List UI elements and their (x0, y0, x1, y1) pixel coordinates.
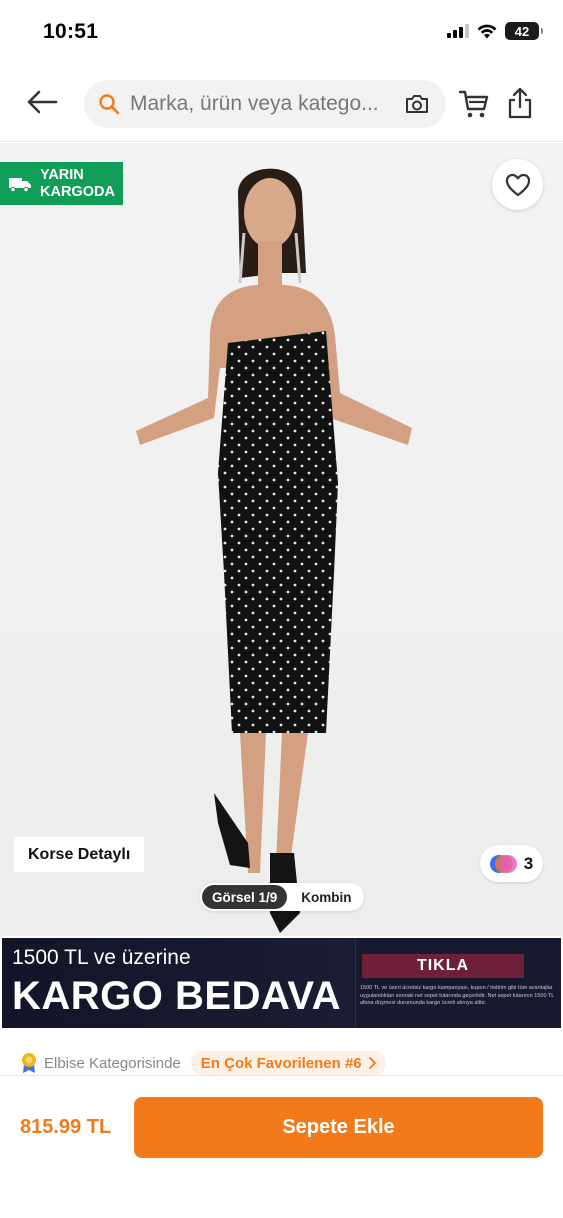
cargo-badge-line2: KARGODA (40, 183, 115, 200)
search-icon (98, 92, 122, 116)
share-button[interactable] (506, 86, 534, 120)
free-shipping-promo-banner[interactable]: 1500 TL ve üzerine KARGO BEDAVA TIKLA 15… (2, 938, 561, 1028)
cargo-badge-line1: YARIN (40, 166, 84, 183)
delivery-truck-icon (9, 177, 31, 192)
model-photo (136, 168, 412, 933)
color-swatches-icon (489, 854, 517, 873)
top-navigation (0, 68, 563, 142)
status-bar: 10:51 42 (0, 0, 563, 68)
promo-line1: 1500 TL ve üzerine (12, 946, 191, 969)
back-button[interactable] (24, 84, 60, 120)
heart-icon (505, 173, 530, 196)
tab-images[interactable]: Görsel 1/9 (202, 885, 288, 909)
share-icon (508, 87, 532, 119)
chevron-right-icon (368, 1057, 376, 1069)
product-price: 815.99 TL (20, 1116, 112, 1138)
status-icons: 42 (447, 22, 543, 40)
gallery-tabs: Görsel 1/9 Kombin (200, 883, 364, 911)
back-arrow-icon (27, 90, 58, 114)
cart-icon (458, 90, 489, 118)
ranking-link[interactable]: En Çok Favorilenen #6 (190, 1051, 386, 1075)
ranking-category-text: Elbise Kategorisinde (44, 1054, 181, 1072)
medal-icon (22, 1053, 36, 1073)
color-count: 3 (523, 853, 534, 873)
purchase-bar: 815.99 TL Sepete Ekle (0, 1075, 563, 1218)
promo-click-button[interactable]: TIKLA (362, 954, 524, 978)
status-time: 10:51 (43, 20, 99, 43)
feature-label: Korse Detaylı (14, 837, 145, 872)
promo-fine-print: 1500 TL ve üzeri ücretsiz kargo kampanya… (360, 985, 555, 1006)
color-options-badge[interactable]: 3 (480, 845, 543, 882)
search-input[interactable] (130, 92, 398, 116)
wifi-icon (477, 24, 497, 38)
battery-indicator: 42 (505, 22, 543, 40)
search-bar[interactable] (84, 80, 446, 128)
cellular-signal-icon (447, 24, 469, 38)
promo-line2: KARGO BEDAVA (12, 974, 341, 1018)
cart-button[interactable] (458, 88, 490, 120)
next-day-cargo-badge: YARIN KARGODA (0, 162, 123, 205)
favorite-button[interactable] (492, 159, 543, 210)
ranking-label: En Çok Favorilenen #6 (200, 1054, 362, 1072)
product-image-gallery[interactable]: YARIN KARGODA Korse Detaylı 3 Görsel 1/9… (0, 143, 563, 936)
camera-search-icon[interactable] (404, 92, 430, 116)
promo-detail-panel: TIKLA 1500 TL ve üzeri ücretsiz kargo ka… (355, 938, 561, 1028)
category-ranking: Elbise Kategorisinde En Çok Favorilenen … (20, 1050, 386, 1076)
add-to-cart-button[interactable]: Sepete Ekle (134, 1097, 543, 1158)
tab-combination[interactable]: Kombin (291, 885, 361, 909)
